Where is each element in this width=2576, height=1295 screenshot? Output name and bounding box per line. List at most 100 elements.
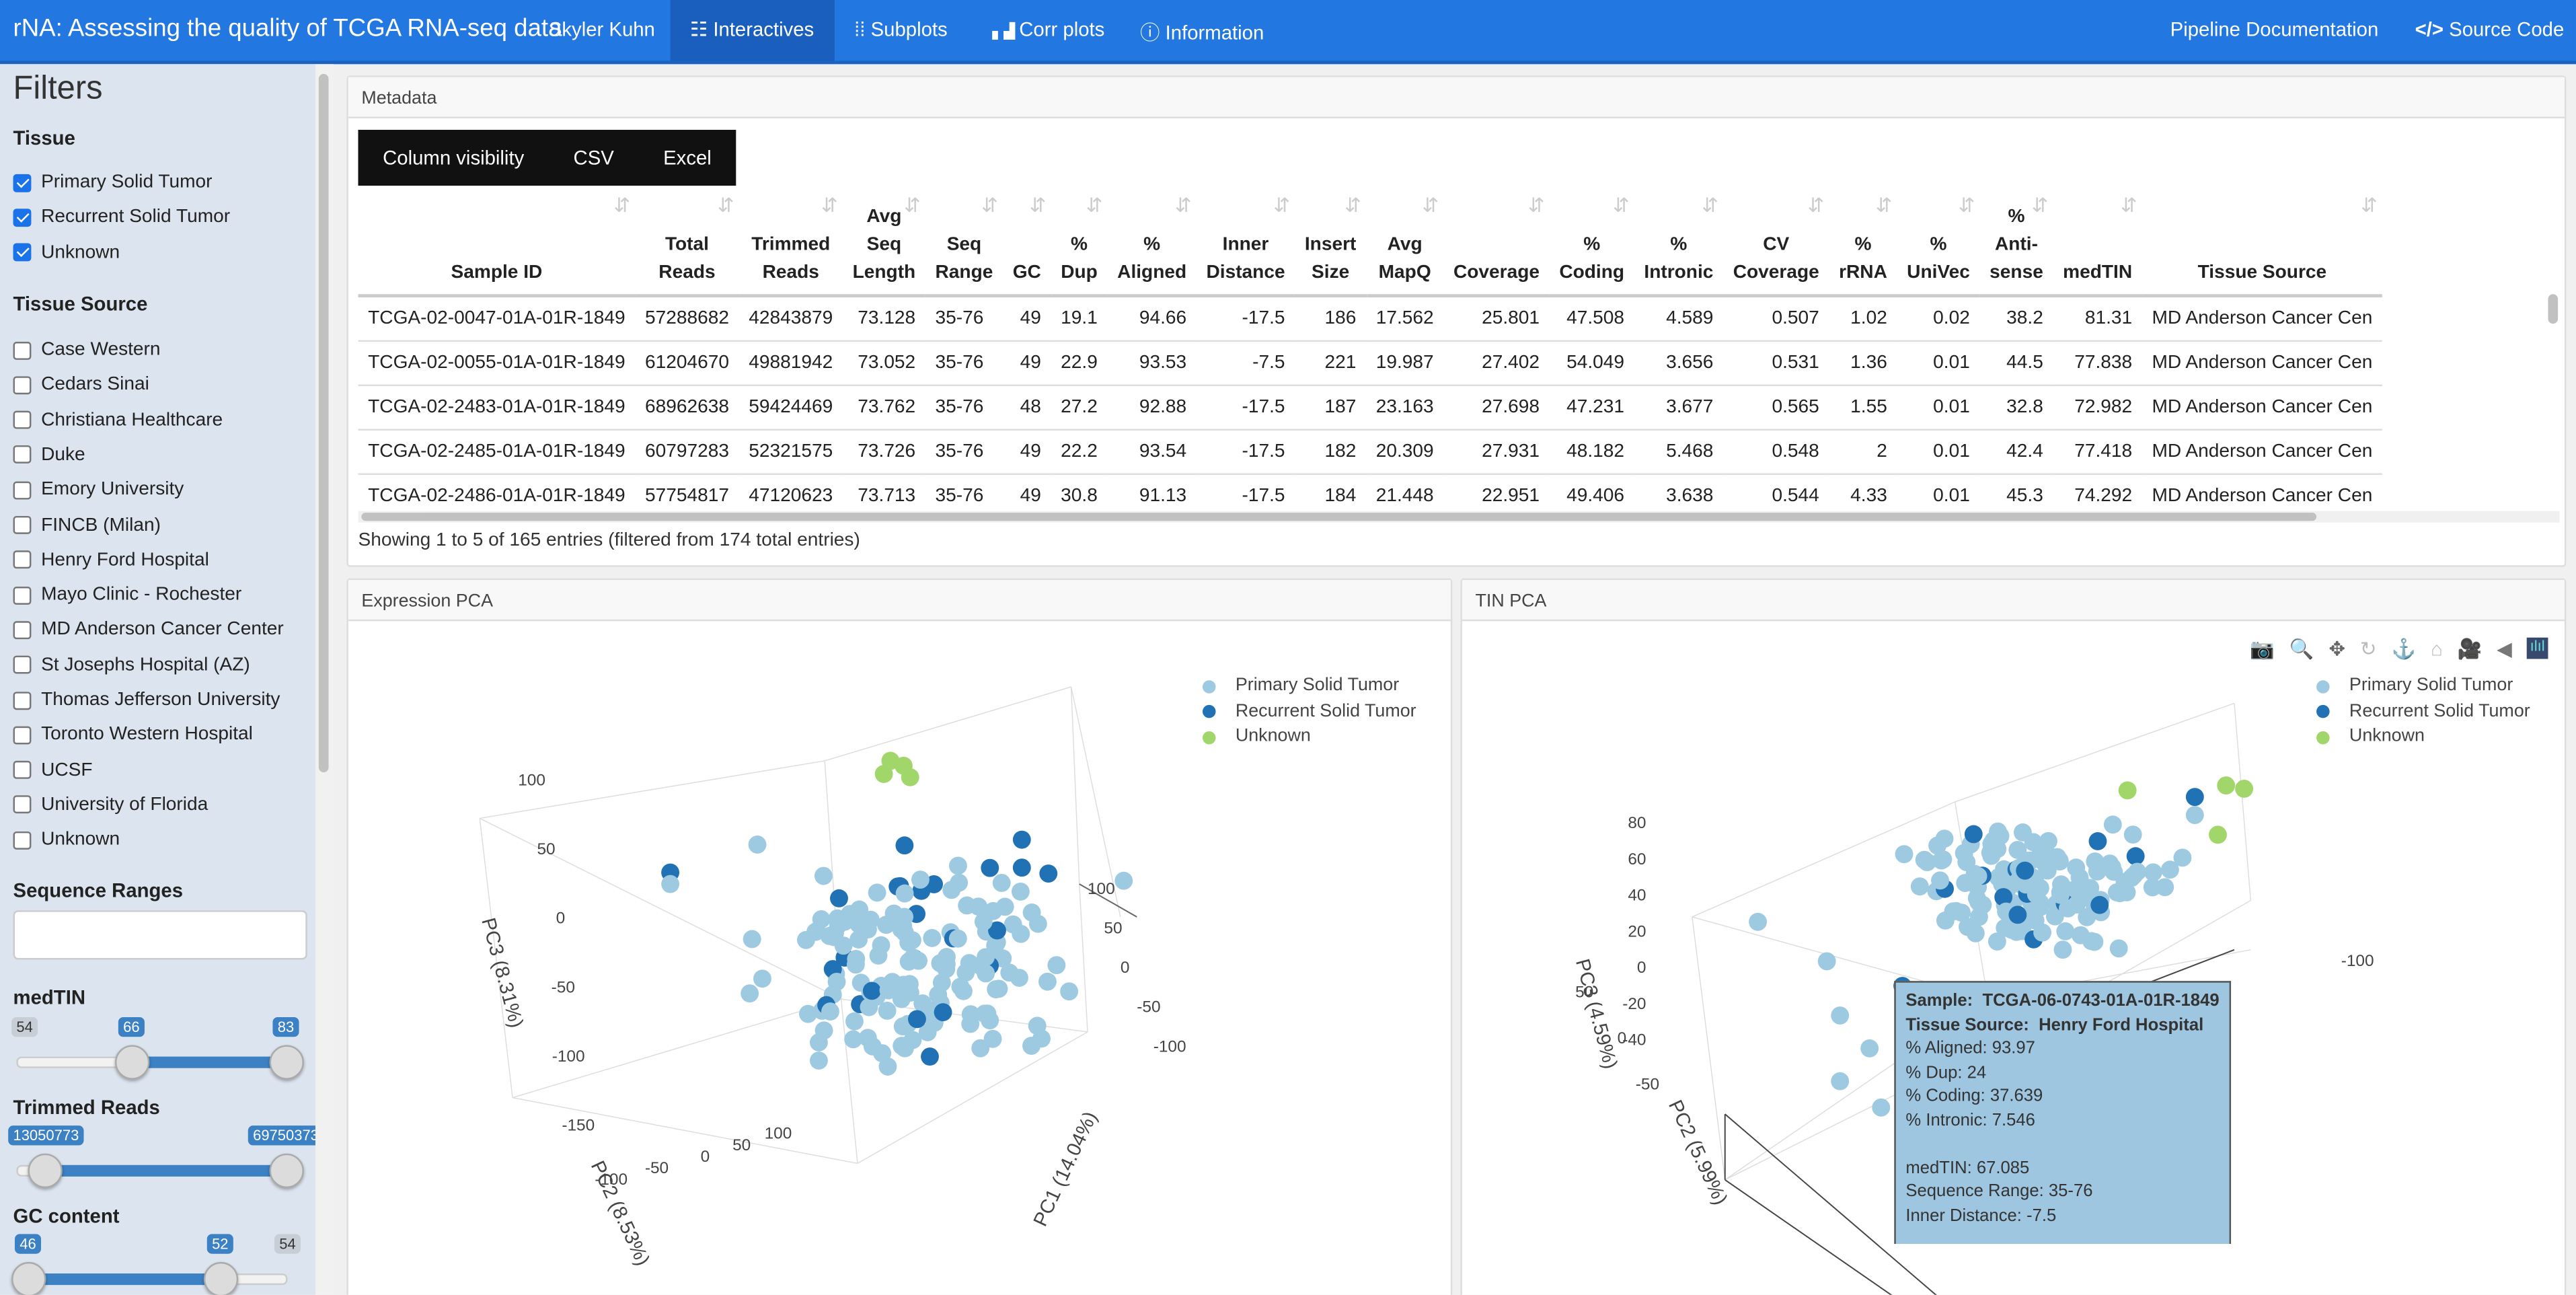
sequence-ranges-input[interactable] [13,910,307,960]
table-vertical-scrollbar[interactable] [2548,291,2559,505]
sidebar-scrollbar[interactable] [315,64,334,1295]
csv-button[interactable]: CSV [549,130,639,186]
slider-handle-to[interactable] [203,1261,239,1295]
camera-icon[interactable]: 📷 [2250,638,2275,661]
column-header[interactable]: % Intronic ⇵ [1634,192,1724,298]
column-header[interactable]: GC ⇵ [1003,192,1051,298]
checkbox-case-western[interactable]: Case Western [13,340,161,360]
checkbox-box[interactable] [13,796,32,815]
checkbox-cedars-sinai[interactable]: Cedars Sinai [13,375,149,395]
sort-icon[interactable]: ⇵ [1422,192,1439,221]
sort-icon[interactable]: ⇵ [1273,192,1290,221]
column-header[interactable]: % Anti-sense ⇵ [1979,192,2053,298]
pan-icon[interactable]: ✥ [2328,638,2345,661]
column-header[interactable]: CV Coverage ⇵ [1723,192,1829,298]
checkbox-box[interactable] [13,831,32,850]
home-icon[interactable]: ⌂ [2431,638,2443,661]
column-header[interactable]: Insert Size ⇵ [1295,192,1367,298]
column-header[interactable]: Trimmed Reads ⇵ [738,192,843,298]
checkbox-box[interactable] [13,656,32,674]
sort-icon[interactable]: ⇵ [1030,192,1047,221]
column-header[interactable]: Sample ID ⇵ [358,192,636,298]
checkbox-box[interactable] [13,445,32,464]
checkbox-fincb-milan-[interactable]: FINCB (Milan) [13,515,161,535]
sort-icon[interactable]: ⇵ [1175,192,1192,221]
checkbox-box[interactable] [13,761,32,780]
gc-content-slider[interactable]: 46 52 54 [11,1234,301,1295]
checkbox-box[interactable] [13,375,32,394]
checkbox-ucsf[interactable]: UCSF [13,760,93,780]
checkbox-unknown[interactable]: Unknown [13,243,120,262]
checkbox-box[interactable] [13,340,32,359]
legend-item[interactable]: Recurrent Solid Tumor [1202,699,1416,725]
zoom-icon[interactable]: 🔍 [2289,638,2314,661]
legend-item[interactable]: Primary Solid Tumor [2316,673,2530,699]
checkbox-primary-solid-tumor[interactable]: Primary Solid Tumor [13,172,213,192]
legend-item[interactable]: Recurrent Solid Tumor [2316,699,2530,725]
slider-handle-to[interactable] [269,1045,304,1080]
column-header[interactable]: Inner Distance ⇵ [1196,192,1295,298]
sort-icon[interactable]: ⇵ [1808,192,1825,221]
sort-icon[interactable]: ⇵ [904,192,921,221]
plotly-logo-icon[interactable]: ılıl [2526,637,2548,659]
slider-handle-from[interactable] [28,1153,63,1188]
sort-icon[interactable]: ⇵ [1702,192,1718,221]
sort-icon[interactable]: ⇵ [2361,192,2378,221]
checkbox-emory-university[interactable]: Emory University [13,480,184,500]
checkbox-mayo-clinic-rochester[interactable]: Mayo Clinic - Rochester [13,585,242,605]
sort-icon[interactable]: ⇵ [1086,192,1103,221]
table-row[interactable]: TCGA-02-0047-01A-01R-1849 57288682 4284387… [358,295,2382,342]
checkbox-henry-ford-hospital[interactable]: Henry Ford Hospital [13,550,209,570]
table-horizontal-scrollbar[interactable] [358,511,2560,523]
column-header[interactable]: Avg Seq Length ⇵ [842,192,925,298]
checkbox-duke[interactable]: Duke [13,445,85,465]
column-visibility-button[interactable]: Column visibility [358,130,548,186]
column-header[interactable]: % Dup ⇵ [1051,192,1108,298]
tab-interactives[interactable]: ☷ Interactives [690,18,814,41]
table-row[interactable]: TCGA-02-0055-01A-01R-1849 61204670 4988194… [358,340,2382,387]
checkbox-md-anderson-cancer-center[interactable]: MD Anderson Cancer Center [13,620,284,640]
app-title[interactable]: rNA: Assessing the quality of TCGA RNA-s… [13,15,562,43]
pipeline-documentation-link[interactable]: Pipeline Documentation [2170,18,2379,41]
sort-icon[interactable]: ⇵ [1876,192,1893,221]
legend-item[interactable]: Unknown [2316,725,2530,750]
checkbox-box[interactable] [13,208,32,227]
source-code-link[interactable]: </> Source Code [2415,18,2565,41]
checkbox-box[interactable] [13,480,32,499]
sort-icon[interactable]: ⇵ [1959,192,1975,221]
checkbox-box[interactable] [13,410,32,429]
column-header[interactable]: % rRNA ⇵ [1829,192,1897,298]
orbit-icon[interactable]: ↻ [2360,638,2377,661]
column-header[interactable]: Avg MapQ ⇵ [1366,192,1444,298]
sort-icon[interactable]: ⇵ [2121,192,2137,221]
checkbox-recurrent-solid-tumor[interactable]: Recurrent Solid Tumor [13,207,231,227]
checkbox-box[interactable] [13,550,32,569]
column-header[interactable]: Coverage ⇵ [1443,192,1550,298]
checkbox-st-josephs-hospital-az-[interactable]: St Josephs Hospital (AZ) [13,655,250,675]
sort-icon[interactable]: ⇵ [2032,192,2049,221]
checkbox-box[interactable] [13,173,32,192]
table-row[interactable]: TCGA-02-2485-01A-01R-1849 60797283 5232157… [358,429,2382,475]
checkbox-university-of-florida[interactable]: University of Florida [13,795,209,815]
checkbox-box[interactable] [13,515,32,534]
sort-icon[interactable]: ⇵ [1344,192,1361,221]
checkbox-unknown[interactable]: Unknown [13,830,120,850]
tab-information[interactable]: ⓘ Information [1140,18,1264,46]
table-row[interactable]: TCGA-02-2483-01A-01R-1849 68962638 5942446… [358,385,2382,431]
checkbox-box[interactable] [13,691,32,709]
camera-reset-icon[interactable]: 🎥 [2458,638,2483,661]
tab-corr-plots[interactable]: ▖▟ Corr plots [992,18,1104,41]
checkbox-box[interactable] [13,726,32,745]
checkbox-thomas-jefferson-university[interactable]: Thomas Jefferson University [13,690,280,710]
slider-handle-from[interactable] [114,1045,150,1080]
sort-icon[interactable]: ⇵ [981,192,998,221]
medtin-slider[interactable]: 54 66 83 [11,1016,304,1083]
turntable-icon[interactable]: ⚓ [2391,638,2416,661]
slider-handle-to[interactable] [269,1153,304,1188]
checkbox-christiana-healthcare[interactable]: Christiana Healthcare [13,410,223,430]
checkbox-box[interactable] [13,586,32,604]
column-header[interactable]: medTIN ⇵ [2053,192,2142,298]
sort-icon[interactable]: ⇵ [613,192,630,221]
hover-icon[interactable]: ◀ [2497,638,2512,661]
column-header[interactable]: Seq Range ⇵ [925,192,1003,298]
